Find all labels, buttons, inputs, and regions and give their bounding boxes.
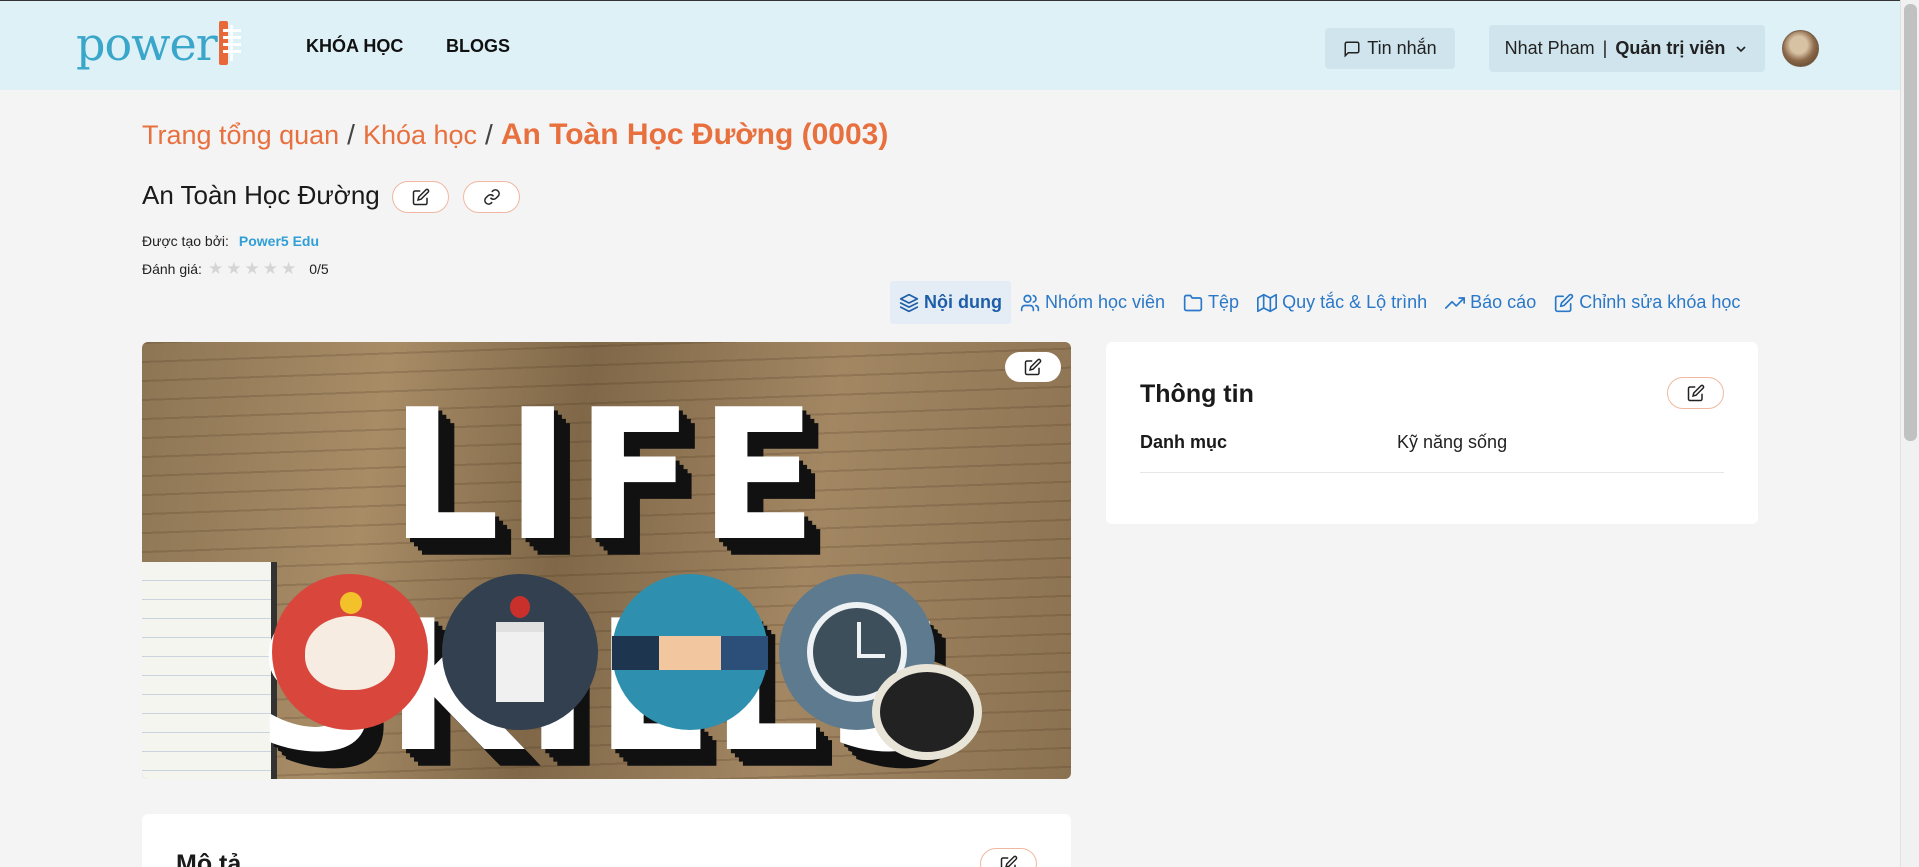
- coffee-cup-illustration: [872, 664, 982, 760]
- link-icon: [483, 188, 501, 206]
- map-icon: [1257, 293, 1278, 313]
- info-card: Thông tin Danh mục Kỹ năng sống: [1106, 342, 1758, 524]
- layers-icon: [899, 293, 919, 313]
- messages-label: Tin nhắn: [1367, 38, 1437, 58]
- category-label: Danh mục: [1140, 432, 1228, 452]
- tab-label: Tệp: [1208, 292, 1240, 312]
- edit-info-button[interactable]: [1667, 377, 1724, 409]
- pillar-apple-icon: [442, 574, 598, 730]
- star-icon[interactable]: ★: [226, 259, 241, 278]
- tab-1[interactable]: Nhóm học viên: [1011, 281, 1174, 324]
- avatar[interactable]: [1782, 30, 1819, 67]
- edit-icon: [1687, 384, 1705, 402]
- user-separator: |: [1602, 38, 1608, 58]
- star-icon[interactable]: ★: [263, 259, 278, 278]
- breadcrumb-separator: /: [347, 119, 355, 150]
- created-by: Được tạo bởi: Power5 Edu: [142, 233, 319, 249]
- star-icon[interactable]: ★: [244, 259, 259, 278]
- rating-stars[interactable]: ★ ★ ★ ★ ★: [208, 259, 299, 279]
- nav-courses[interactable]: KHÓA HỌC: [306, 36, 403, 57]
- edit-icon: [1554, 293, 1574, 313]
- folder-icon: [1183, 293, 1203, 313]
- page-scrollbar[interactable]: [1900, 0, 1919, 867]
- logo-5-mark-icon: [218, 21, 242, 65]
- edit-icon: [1000, 855, 1018, 867]
- course-title: An Toàn Học Đường: [142, 180, 380, 210]
- top-header: power KHÓA HỌC BLOGS Tin nhắn Nhat Pham …: [0, 0, 1900, 90]
- edit-icon: [412, 188, 430, 206]
- copy-link-button[interactable]: [463, 181, 520, 213]
- message-icon: [1343, 40, 1361, 58]
- edit-description-button[interactable]: [980, 848, 1037, 867]
- tab-5[interactable]: Chỉnh sửa khóa học: [1545, 281, 1749, 324]
- breadcrumb-separator: /: [485, 119, 493, 150]
- logo-text: power: [76, 17, 218, 71]
- tab-0[interactable]: Nội dung: [890, 281, 1011, 324]
- star-icon[interactable]: ★: [281, 259, 296, 278]
- description-title: Mô tả: [176, 850, 242, 867]
- tab-label: Chỉnh sửa khóa học: [1579, 292, 1741, 312]
- info-title: Thông tin: [1140, 380, 1254, 408]
- tab-4[interactable]: Báo cáo: [1436, 281, 1545, 324]
- course-tabs: Nội dung Nhóm học viên Tệp Quy tắc & Lộ trì…: [890, 281, 1749, 324]
- users-icon: [1020, 293, 1040, 313]
- edit-icon: [1024, 358, 1042, 376]
- chevron-down-icon: [1733, 41, 1749, 57]
- tab-label: Báo cáo: [1470, 292, 1537, 312]
- trending-up-icon: [1445, 293, 1466, 313]
- category-value: Kỹ năng sống: [1397, 432, 1508, 452]
- edit-image-button[interactable]: [1005, 352, 1061, 382]
- handshake-icon: [612, 574, 768, 730]
- description-card: Mô tả: [142, 814, 1071, 867]
- creator-link[interactable]: Power5 Edu: [239, 233, 319, 249]
- category-row: Danh mục Kỹ năng sống: [1140, 432, 1724, 473]
- rating: Đánh giá: ★ ★ ★ ★ ★ 0/5: [142, 259, 329, 279]
- nav-blogs[interactable]: BLOGS: [446, 36, 510, 57]
- tab-3[interactable]: Quy tắc & Lộ trình: [1248, 281, 1436, 324]
- rating-label: Đánh giá:: [142, 261, 202, 277]
- tab-2[interactable]: Tệp: [1174, 281, 1248, 324]
- breadcrumb-courses[interactable]: Khóa học: [363, 120, 477, 151]
- tab-label: Nhóm học viên: [1044, 292, 1166, 312]
- edit-title-button[interactable]: [392, 181, 449, 213]
- breadcrumb-dashboard[interactable]: Trang tổng quan: [142, 120, 339, 151]
- user-menu-button[interactable]: Nhat Pham | Quản trị viên: [1489, 25, 1765, 72]
- user-role: Quản trị viên: [1615, 38, 1726, 58]
- breadcrumb: Trang tổng quan / Khóa học / An Toàn Học…: [142, 118, 888, 152]
- star-icon[interactable]: ★: [208, 259, 223, 278]
- tab-label: Nội dung: [924, 292, 1002, 312]
- user-name: Nhat Pham: [1504, 38, 1595, 58]
- rating-value: 0/5: [309, 261, 329, 277]
- piggy-bank-icon: [272, 574, 428, 730]
- messages-button[interactable]: Tin nhắn: [1325, 28, 1455, 69]
- created-by-label: Được tạo bởi:: [142, 233, 229, 249]
- course-cover-image: LIFE SKILLS: [142, 342, 1071, 779]
- breadcrumb-current: An Toàn Học Đường (0003): [500, 118, 889, 151]
- power5-logo[interactable]: power: [76, 15, 242, 71]
- scrollbar-thumb[interactable]: [1904, 4, 1917, 441]
- tab-label: Quy tắc & Lộ trình: [1282, 292, 1428, 312]
